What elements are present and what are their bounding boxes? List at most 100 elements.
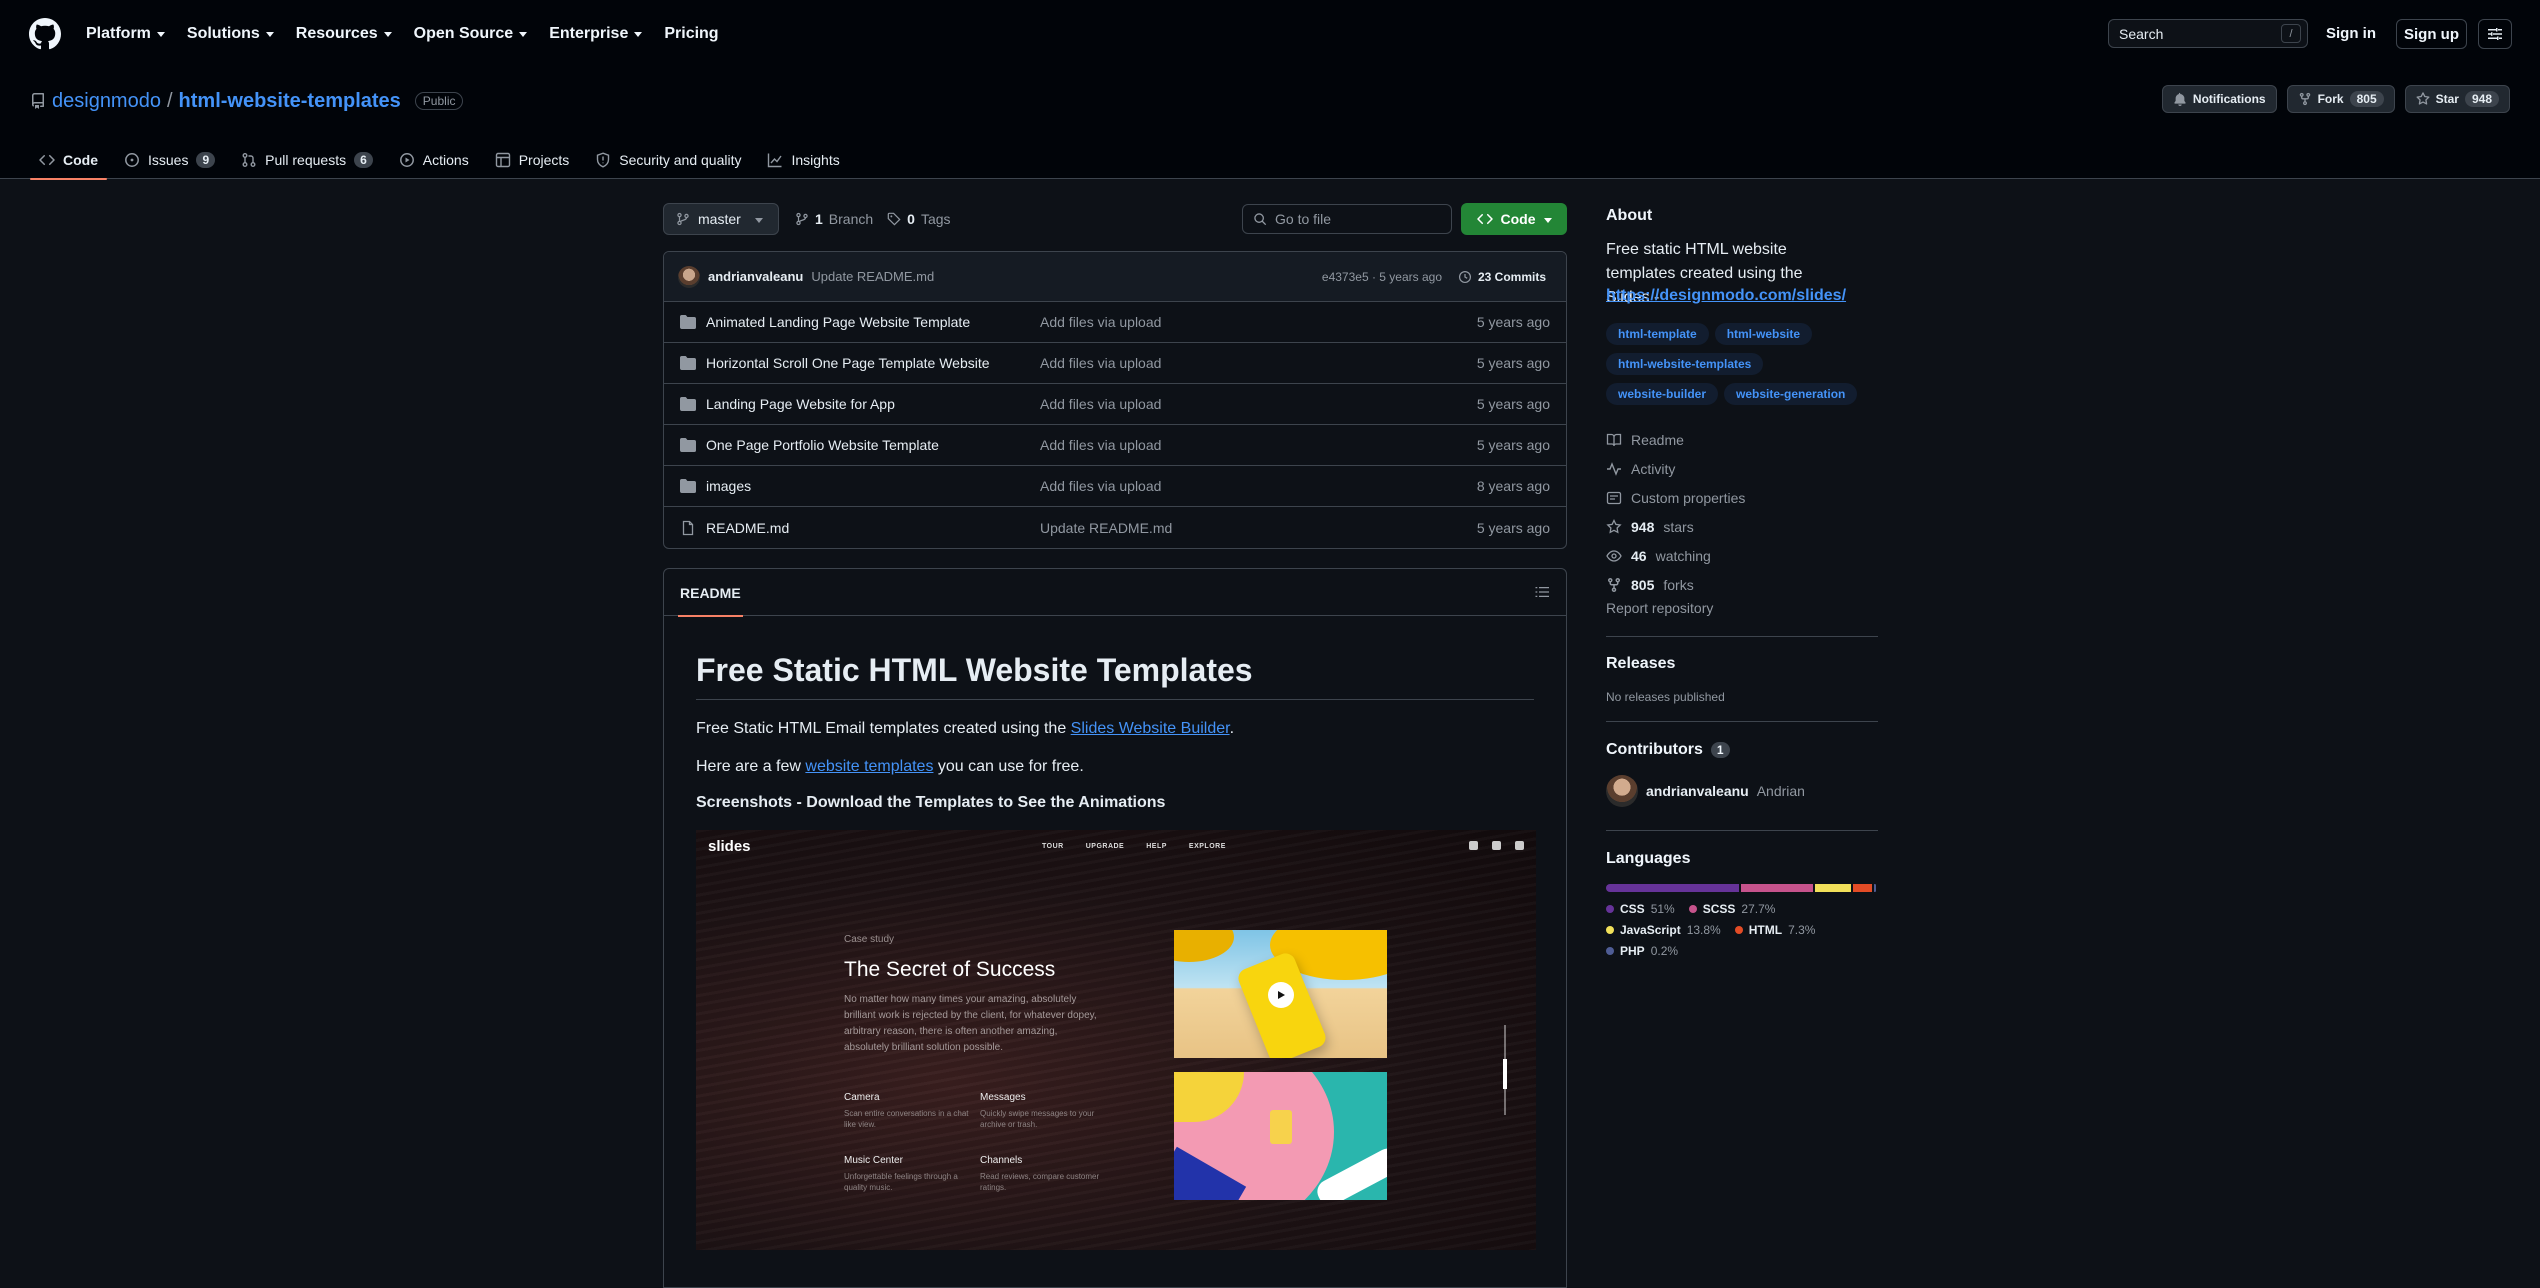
file-name-link[interactable]: Horizontal Scroll One Page Template Webs… (706, 355, 1040, 371)
chevron-down-icon (383, 32, 392, 37)
search-shortcut-key: / (2281, 24, 2301, 43)
file-name-link[interactable]: Landing Page Website for App (706, 396, 1040, 412)
nav-enterprise[interactable]: Enterprise (549, 25, 643, 43)
report-repository-link[interactable]: Report repository (1606, 600, 1745, 620)
language-name: PHP (1620, 943, 1645, 958)
commit-hash-link[interactable]: e4373e5 · 5 years ago (1322, 270, 1442, 284)
commit-author-link[interactable]: andrianvaleanu (708, 269, 803, 284)
tab-actions[interactable]: Actions (390, 141, 478, 179)
issues-count: 9 (196, 152, 216, 168)
contributor-item[interactable]: andrianvaleanu Andrian (1606, 775, 1805, 807)
topic-tag[interactable]: html-website (1714, 323, 1813, 345)
tab-label: Pull requests (265, 152, 347, 168)
meta-label: stars (1663, 518, 1694, 535)
tab-security[interactable]: Security and quality (586, 141, 750, 179)
avatar[interactable] (678, 265, 700, 288)
repo-owner-link[interactable]: designmodo (52, 90, 161, 113)
topic-tag[interactable]: html-website-templates (1606, 353, 1764, 375)
button-label: Fork (2317, 92, 2344, 106)
tab-insights[interactable]: Insights (758, 141, 848, 179)
file-name-link[interactable]: README.md (706, 520, 1040, 536)
topic-tag[interactable]: website-generation (1724, 383, 1858, 405)
branch-select-button[interactable]: master (663, 203, 779, 235)
file-commit-message-link[interactable]: Add files via upload (1040, 437, 1161, 453)
tab-issues[interactable]: Issues 9 (115, 141, 224, 179)
branch-name: master (698, 211, 741, 227)
tab-code[interactable]: Code (30, 141, 107, 180)
readme-body: Free Static HTML Website Templates Free … (664, 652, 1566, 1250)
nav-solutions[interactable]: Solutions (187, 25, 274, 43)
fork-button[interactable]: Fork 805 (2286, 85, 2395, 113)
play-icon[interactable] (1268, 982, 1294, 1008)
go-to-file-input[interactable]: Go to file (1242, 204, 1452, 234)
website-templates-link[interactable]: website templates (805, 758, 933, 775)
file-commit-message-link[interactable]: Update README.md (1040, 520, 1172, 536)
nav-platform[interactable]: Platform (86, 25, 165, 43)
branch-icon (796, 212, 808, 226)
branches-link[interactable]: 1 Branch (795, 211, 873, 227)
file-commit-message-link[interactable]: Add files via upload (1040, 396, 1161, 412)
nav-open-source[interactable]: Open Source (414, 25, 528, 43)
file-name-link[interactable]: Animated Landing Page Website Template (706, 314, 1040, 330)
commits-history-link[interactable]: 23 Commits (1458, 270, 1546, 284)
nav-resources[interactable]: Resources (296, 25, 392, 43)
tab-label: Insights (791, 152, 840, 168)
language-item[interactable]: CSS 51% (1606, 900, 1675, 917)
github-logo-icon[interactable] (29, 18, 61, 50)
list-outline-icon[interactable] (1534, 584, 1550, 600)
file-row[interactable]: Horizontal Scroll One Page Template Webs… (664, 343, 1566, 384)
notifications-button[interactable]: Notifications (2161, 85, 2277, 113)
nav-pricing[interactable]: Pricing (664, 25, 718, 43)
language-name: JavaScript (1620, 922, 1681, 937)
file-name-link[interactable]: images (706, 478, 1040, 494)
contributor-name: Andrian (1756, 783, 1805, 799)
watchers-link[interactable]: 46 watching (1606, 541, 1745, 570)
readme-link[interactable]: Readme (1606, 425, 1745, 454)
topic-tag[interactable]: website-builder (1606, 383, 1719, 405)
homepage-link[interactable]: https://designmodo.com/slides/ (1606, 287, 1846, 305)
topic-tag[interactable]: html-template (1606, 323, 1709, 345)
language-item[interactable]: HTML 7.3% (1734, 921, 1815, 938)
releases-heading[interactable]: Releases (1606, 655, 1675, 673)
forks-link[interactable]: 805 forks (1606, 570, 1745, 599)
tags-link[interactable]: 0 Tags (887, 211, 951, 227)
repo-name-link[interactable]: html-website-templates (179, 90, 401, 113)
sign-in-link[interactable]: Sign in (2322, 19, 2380, 48)
language-item[interactable]: JavaScript 13.8% (1606, 921, 1721, 938)
file-date: 5 years ago (1476, 355, 1550, 371)
file-commit-message-link[interactable]: Add files via upload (1040, 478, 1161, 494)
language-item[interactable]: SCSS 27.7% (1688, 900, 1775, 917)
code-icon (1476, 213, 1493, 225)
file-commit-message-link[interactable]: Add files via upload (1040, 314, 1161, 330)
stars-link[interactable]: 948 stars (1606, 512, 1745, 541)
file-row[interactable]: images Add files via upload 8 years ago (664, 466, 1566, 507)
stars-count: 948 (1631, 518, 1655, 535)
tab-label: Issues (148, 152, 189, 168)
slides-builder-link[interactable]: Slides Website Builder (1071, 720, 1230, 737)
custom-properties-link[interactable]: Custom properties (1606, 483, 1745, 512)
languages-bar (1606, 884, 1878, 892)
file-list: andrianvaleanu Update README.md e4373e5 … (663, 251, 1567, 549)
language-item[interactable]: PHP 0.2% (1606, 942, 1678, 959)
file-row[interactable]: Landing Page Website for App Add files vi… (664, 384, 1566, 425)
sign-up-button[interactable]: Sign up (2396, 19, 2467, 49)
activity-link[interactable]: Activity (1606, 454, 1745, 483)
contributors-heading[interactable]: Contributors 1 (1606, 741, 1730, 759)
tab-pull-requests[interactable]: Pull requests 6 (232, 141, 382, 179)
file-date: 8 years ago (1476, 478, 1550, 494)
file-row[interactable]: Animated Landing Page Website Template Ad… (664, 302, 1566, 343)
tab-projects[interactable]: Projects (486, 141, 579, 179)
pulse-icon (1607, 461, 1621, 476)
code-dropdown-button[interactable]: Code (1461, 203, 1567, 235)
file-row[interactable]: One Page Portfolio Website Template Add f… (664, 425, 1566, 466)
search-button[interactable]: Search / (2108, 19, 2308, 48)
template-screenshot[interactable]: slides TOUR UPGRADE HELP EXPLORE Case st… (696, 830, 1536, 1250)
readme-tab[interactable]: README (672, 569, 749, 617)
file-name-link[interactable]: One Page Portfolio Website Template (706, 437, 1040, 453)
commit-message-link[interactable]: Update README.md (811, 269, 934, 284)
nav-label: Open Source (413, 24, 514, 42)
settings-menu-button[interactable] (2478, 19, 2512, 49)
star-button[interactable]: Star 948 (2404, 85, 2510, 113)
file-row[interactable]: README.md Update README.md 5 years ago (664, 507, 1566, 548)
file-commit-message-link[interactable]: Add files via upload (1040, 355, 1161, 371)
